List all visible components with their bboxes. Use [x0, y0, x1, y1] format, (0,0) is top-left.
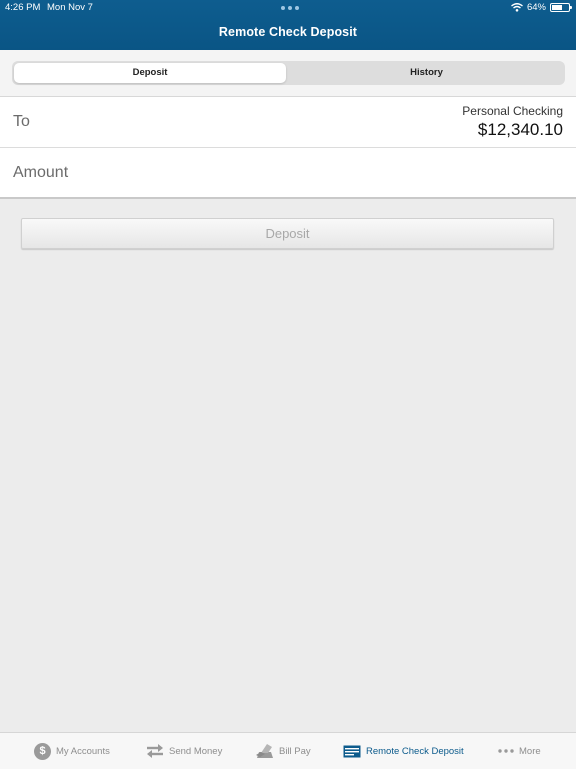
tab-label: More	[519, 745, 541, 757]
tab-history[interactable]: History	[288, 61, 565, 85]
tab-label: Remote Check Deposit	[366, 745, 464, 757]
multitasking-dots-icon[interactable]	[281, 6, 299, 10]
more-dots-icon	[498, 749, 514, 753]
tab-bar: $ My Accounts Send Money Bill Pay Remote…	[0, 732, 576, 769]
status-date: Mon Nov 7	[47, 2, 93, 13]
tab-my-accounts[interactable]: $ My Accounts	[34, 733, 110, 769]
tab-send-money[interactable]: Send Money	[146, 733, 222, 769]
to-account-row[interactable]: To Personal Checking $12,340.10	[0, 97, 576, 148]
tab-bill-pay[interactable]: Bill Pay	[256, 733, 311, 769]
wifi-icon	[511, 3, 523, 12]
page-title: Remote Check Deposit	[218, 25, 358, 39]
segmented-control: Deposit History	[12, 61, 565, 85]
to-label: To	[13, 113, 30, 130]
status-time: 4:26 PM	[5, 2, 41, 13]
tab-deposit[interactable]: Deposit	[14, 63, 286, 83]
app-header: 4:26 PM Mon Nov 7 64% Remote Check Depos…	[0, 0, 576, 50]
battery-percent: 64%	[526, 2, 546, 13]
account-name: Personal Checking	[462, 104, 563, 118]
bill-pay-icon	[256, 743, 274, 759]
segment-bar: Deposit History	[0, 50, 576, 97]
deposit-button[interactable]: Deposit	[21, 218, 554, 249]
tab-label: My Accounts	[56, 745, 110, 757]
amount-field[interactable]: Amount	[0, 148, 576, 199]
tab-label: Bill Pay	[279, 745, 311, 757]
account-balance: $12,340.10	[477, 120, 563, 139]
transfer-arrows-icon	[146, 743, 164, 759]
dollar-circle-icon: $	[34, 742, 51, 760]
battery-icon	[550, 3, 572, 12]
status-indicators: 64%	[511, 2, 572, 13]
amount-label: Amount	[13, 164, 69, 181]
check-deposit-icon	[343, 745, 361, 758]
tab-remote-check-deposit[interactable]: Remote Check Deposit	[343, 733, 464, 769]
tab-more[interactable]: More	[498, 733, 541, 769]
tab-label: Send Money	[169, 745, 223, 757]
